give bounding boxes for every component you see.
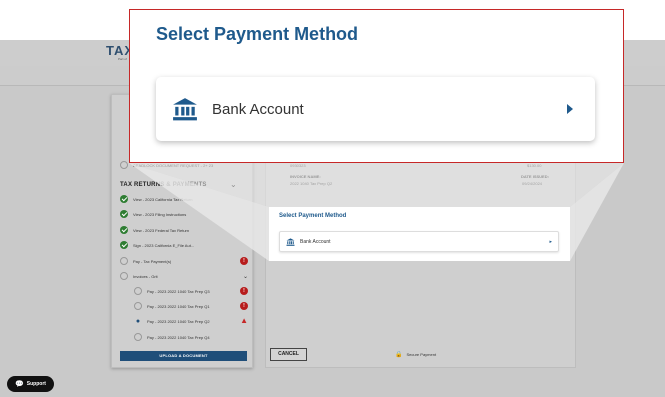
support-button[interactable]: 💬 Support: [7, 376, 54, 392]
zoom-payment-method-title: Select Payment Method: [156, 24, 359, 44]
chevron-right-icon: [567, 104, 573, 114]
chat-bubble-icon: 💬: [15, 381, 24, 388]
zoom-callout: Select Payment Method Bank Account: [129, 9, 624, 163]
support-label: Support: [26, 381, 46, 387]
zoom-bank-account-label: Bank Account: [212, 100, 304, 118]
bank-icon: [173, 98, 197, 121]
zoom-bank-account-option[interactable]: Bank Account: [156, 77, 595, 141]
